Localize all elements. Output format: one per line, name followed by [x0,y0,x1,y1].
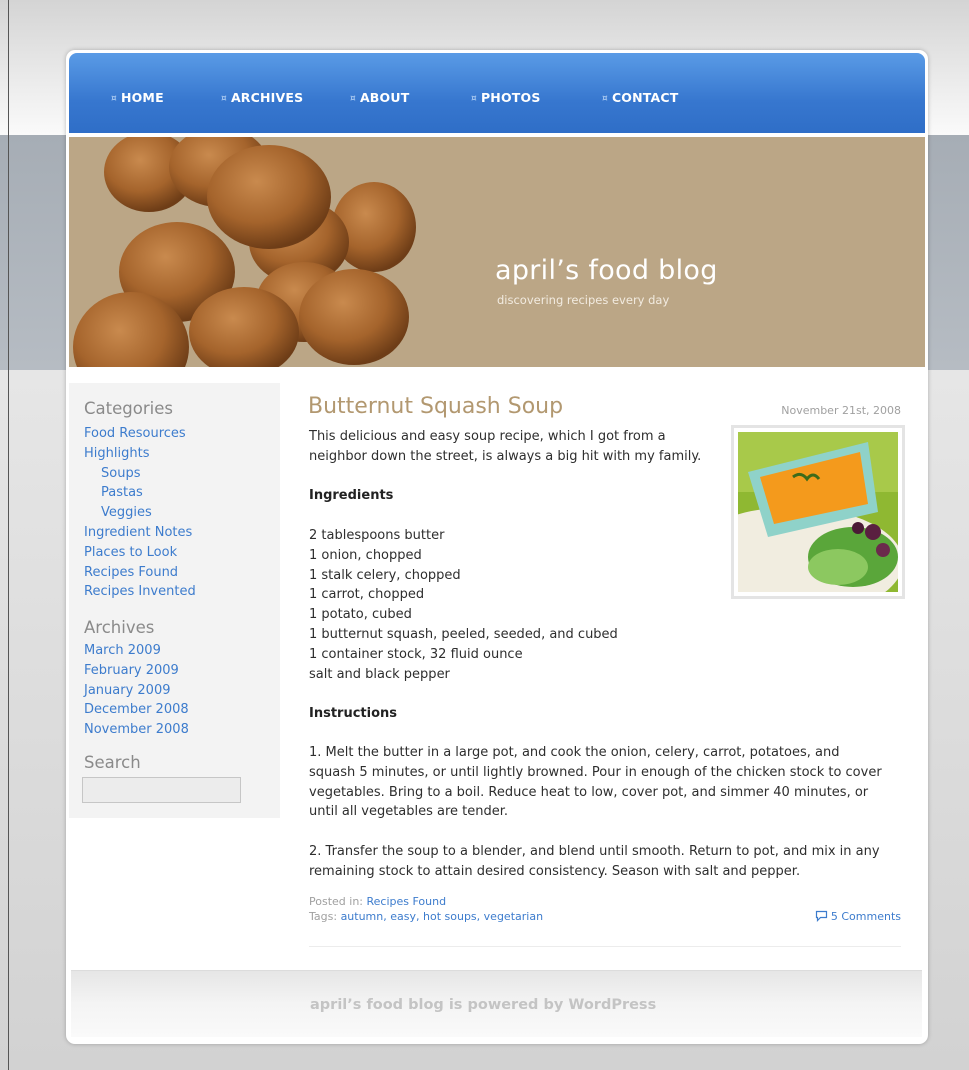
instructions-heading: Instructions [309,704,397,724]
blog-title[interactable]: april’s food blog [495,255,718,286]
instruction-step-1: 1. Melt the butter in a large pot, and c… [309,743,882,822]
ingredients-list: 2 tablespoons butter 1 onion, chopped 1 … [309,526,618,684]
footer-text: april’s food blog is powered by WordPres… [310,997,657,1013]
post-date: November 21st, 2008 [781,404,901,417]
nav-bullet-icon: ¤ [471,94,477,104]
ingredient-item: 2 tablespoons butter [309,528,445,543]
nav-archives[interactable]: ¤ ARCHIVES [221,90,303,105]
instruction-step-2: 2. Transfer the soup to a blender, and b… [309,842,880,882]
ingredients-heading: Ingredients [309,486,393,506]
nav-photos[interactable]: ¤ PHOTOS [471,90,541,105]
nav-archives-label: ARCHIVES [230,90,304,105]
soup-image [738,432,898,592]
post-separator [309,946,901,947]
post-intro-line: neighbor down the street, is always a bi… [309,448,702,464]
archive-february-2009[interactable]: February 2009 [84,661,189,681]
nav-bullet-icon: ¤ [111,94,117,104]
archive-january-2009[interactable]: January 2009 [84,681,189,701]
ingredient-item: salt and black pepper [309,666,450,682]
post-tags: Tags: autumn, easy, hot soups, vegetaria… [309,910,543,923]
category-pastas[interactable]: Pastas [84,483,196,503]
nav-home-label: HOME [120,90,164,105]
categories-list: Food Resources Highlights Soups Pastas V… [84,424,196,602]
category-recipes-found[interactable]: Recipes Found [84,563,196,583]
archives-heading: Archives [84,618,155,637]
tag-link[interactable]: autumn [341,910,384,923]
ingredients-heading-text: Ingredients [309,488,394,503]
post-intro-line: This delicious and easy soup recipe, whi… [309,429,666,444]
categories-heading: Categories [84,399,173,418]
post-title[interactable]: Butternut Squash Soup [308,394,563,419]
blog-subtitle: discovering recipes every day [497,293,670,307]
category-ingredient-notes[interactable]: Ingredient Notes [84,523,196,543]
category-recipes-invented[interactable]: Recipes Invented [84,582,196,602]
tag-link[interactable]: easy [390,910,416,923]
tag-separator: , [416,910,423,923]
category-highlights[interactable]: Highlights [84,444,196,464]
speech-bubble-icon [815,910,827,922]
footer: april’s food blog is powered by WordPres… [71,970,922,1037]
ingredient-item: 1 butternut squash, peeled, seeded, and … [309,626,618,642]
instruction-line: 1. Melt the butter in a large pot, and c… [309,745,840,760]
tag-link[interactable]: hot soups [423,910,477,923]
nav-about-label: ABOUT [359,90,410,105]
archive-march-2009[interactable]: March 2009 [84,641,189,661]
window-border-left [8,0,9,1070]
nav-bullet-icon: ¤ [350,94,356,104]
top-navigation: ¤ HOME ¤ ARCHIVES ¤ ABOUT ¤ PHOTOS ¤ CONTACT [69,53,925,133]
nav-photos-label: PHOTOS [480,90,541,105]
sidebar: Categories Food Resources Highlights Sou… [69,383,280,818]
soup-photo [731,425,905,599]
ingredient-item: 1 onion, chopped [309,547,422,563]
nav-contact-label: CONTACT [611,90,679,105]
archive-november-2008[interactable]: November 2008 [84,720,189,740]
instruction-line: 2. Transfer the soup to a blender, and b… [309,844,880,859]
posted-in: Posted in: Recipes Found [309,895,446,908]
ingredient-item: 1 carrot, chopped [309,587,425,603]
nav-contact[interactable]: ¤ CONTACT [602,90,679,105]
category-food-resources[interactable]: Food Resources [84,424,196,444]
tag-separator: , [476,910,484,923]
ingredient-item: 1 potato, cubed [309,607,412,623]
comments-count: 5 Comments [830,910,901,923]
page-container: ¤ HOME ¤ ARCHIVES ¤ ABOUT ¤ PHOTOS ¤ CONTACT [66,50,928,1044]
tags-label: Tags: [309,910,338,923]
instructions-heading-text: Instructions [309,706,398,721]
nav-bullet-icon: ¤ [602,94,608,104]
instruction-line: until all vegetables are tender. [309,804,509,820]
nav-about[interactable]: ¤ ABOUT [350,90,409,105]
category-veggies[interactable]: Veggies [84,503,196,523]
nav-home[interactable]: ¤ HOME [111,90,164,105]
ingredient-item: 1 stalk celery, chopped [309,567,461,583]
ingredient-item: 1 container stock, 32 fluid ounce [309,646,523,662]
category-places-to-look[interactable]: Places to Look [84,543,196,563]
posted-in-category-link[interactable]: Recipes Found [367,895,447,908]
tag-link[interactable]: vegetarian [484,910,543,923]
header-banner: april’s food blog discovering recipes ev… [69,137,925,367]
posted-in-label: Posted in: [309,895,363,908]
muffins-image [73,137,416,367]
instruction-line: squash 5 minutes, or until lightly brown… [309,764,882,780]
archive-december-2008[interactable]: December 2008 [84,700,189,720]
nav-bullet-icon: ¤ [221,94,227,104]
search-input[interactable] [82,777,241,803]
archives-list: March 2009 February 2009 January 2009 De… [84,641,189,740]
category-soups[interactable]: Soups [84,464,196,484]
instruction-line: vegetables. Bring to a boil. Reduce heat… [309,784,869,800]
instruction-line: remaining stock to attain desired consis… [309,863,801,879]
search-heading: Search [84,753,141,772]
comments-link[interactable]: 5 Comments [815,910,901,923]
post-intro: This delicious and easy soup recipe, whi… [309,427,701,467]
